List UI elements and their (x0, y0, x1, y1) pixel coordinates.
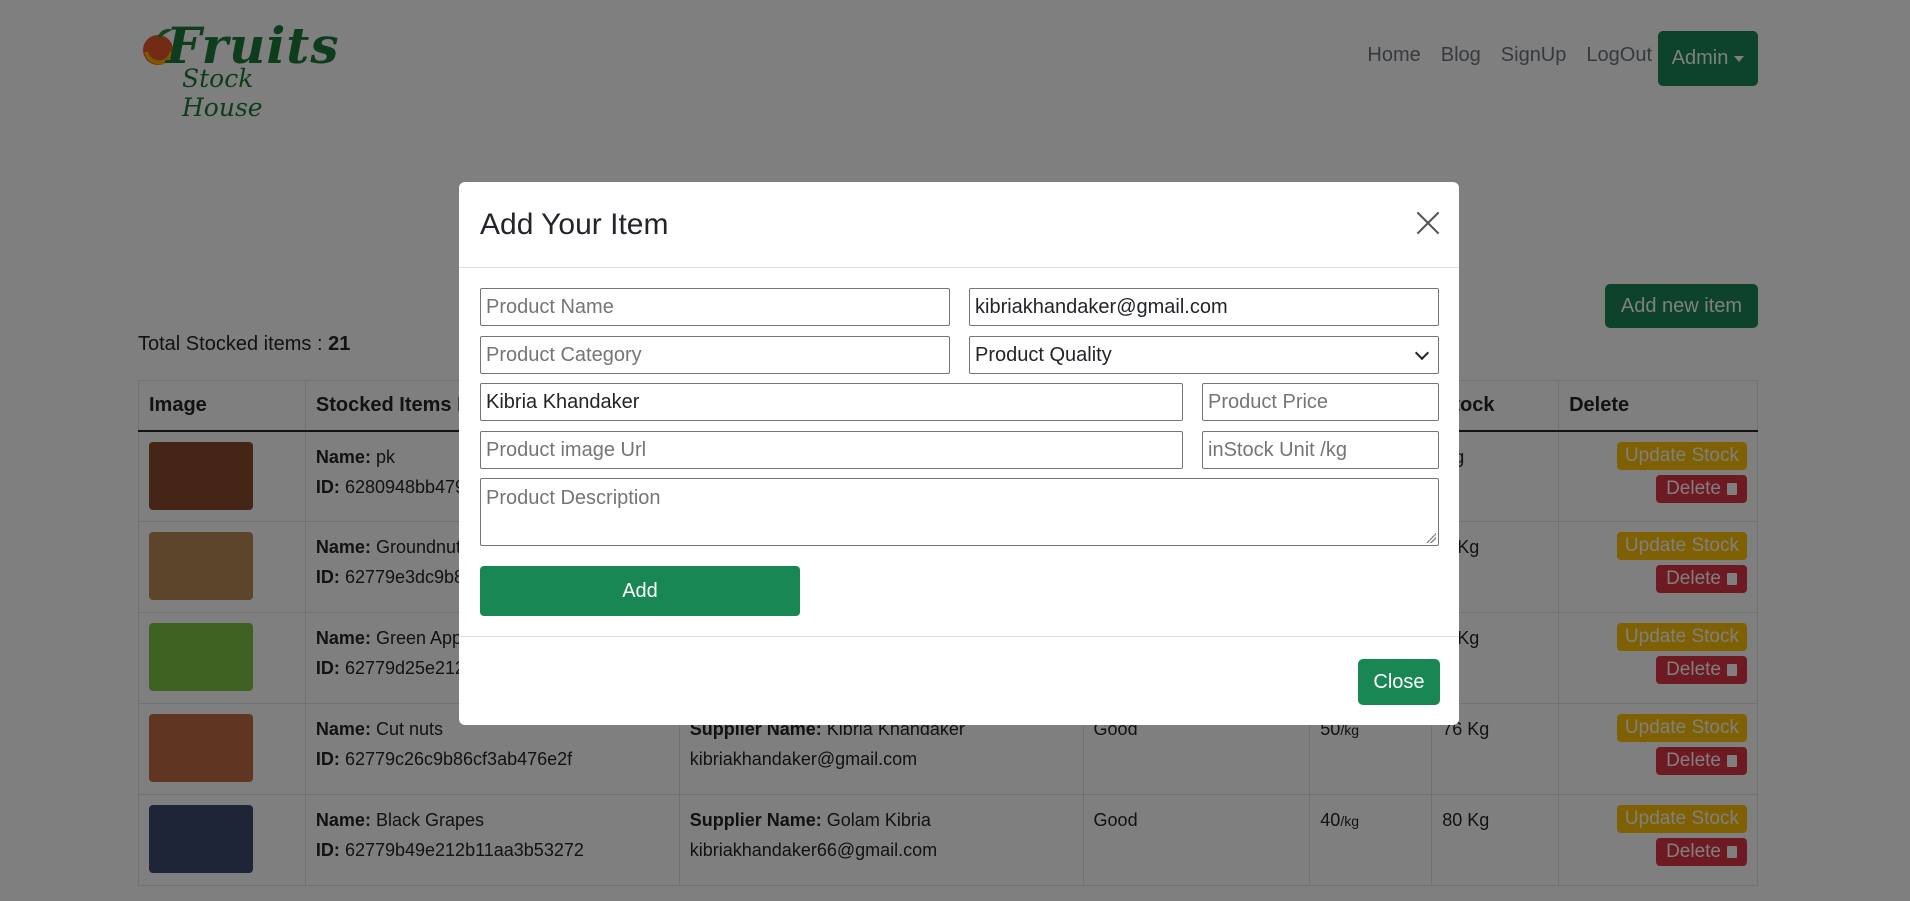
product-description-textarea[interactable]: Product Description (480, 478, 1439, 546)
add-button[interactable]: Add (480, 566, 800, 616)
product-quality-select[interactable]: Product Quality (969, 336, 1439, 374)
close-icon[interactable] (1415, 210, 1441, 236)
product-price-input[interactable]: Product Price (1202, 383, 1439, 421)
description-placeholder: Product Description (486, 487, 661, 509)
chevron-down-icon (1414, 345, 1430, 361)
modal-footer: Close (459, 636, 1459, 725)
add-item-modal: Add Your Item Product Name kibriakhandak… (459, 182, 1459, 725)
instock-unit-input[interactable]: inStock Unit /kg (1202, 431, 1439, 469)
product-name-input[interactable]: Product Name (480, 288, 950, 326)
resize-handle-icon[interactable] (1426, 533, 1436, 543)
quality-selected-value: Product Quality (975, 343, 1112, 366)
modal-header: Add Your Item (459, 182, 1459, 268)
product-image-url-input[interactable]: Product image Url (480, 431, 1183, 469)
close-button[interactable]: Close (1358, 659, 1440, 705)
email-input[interactable]: kibriakhandaker@gmail.com (969, 288, 1439, 326)
product-category-input[interactable]: Product Category (480, 336, 950, 374)
modal-title: Add Your Item (480, 208, 669, 241)
supplier-name-input[interactable]: Kibria Khandaker (480, 383, 1183, 421)
